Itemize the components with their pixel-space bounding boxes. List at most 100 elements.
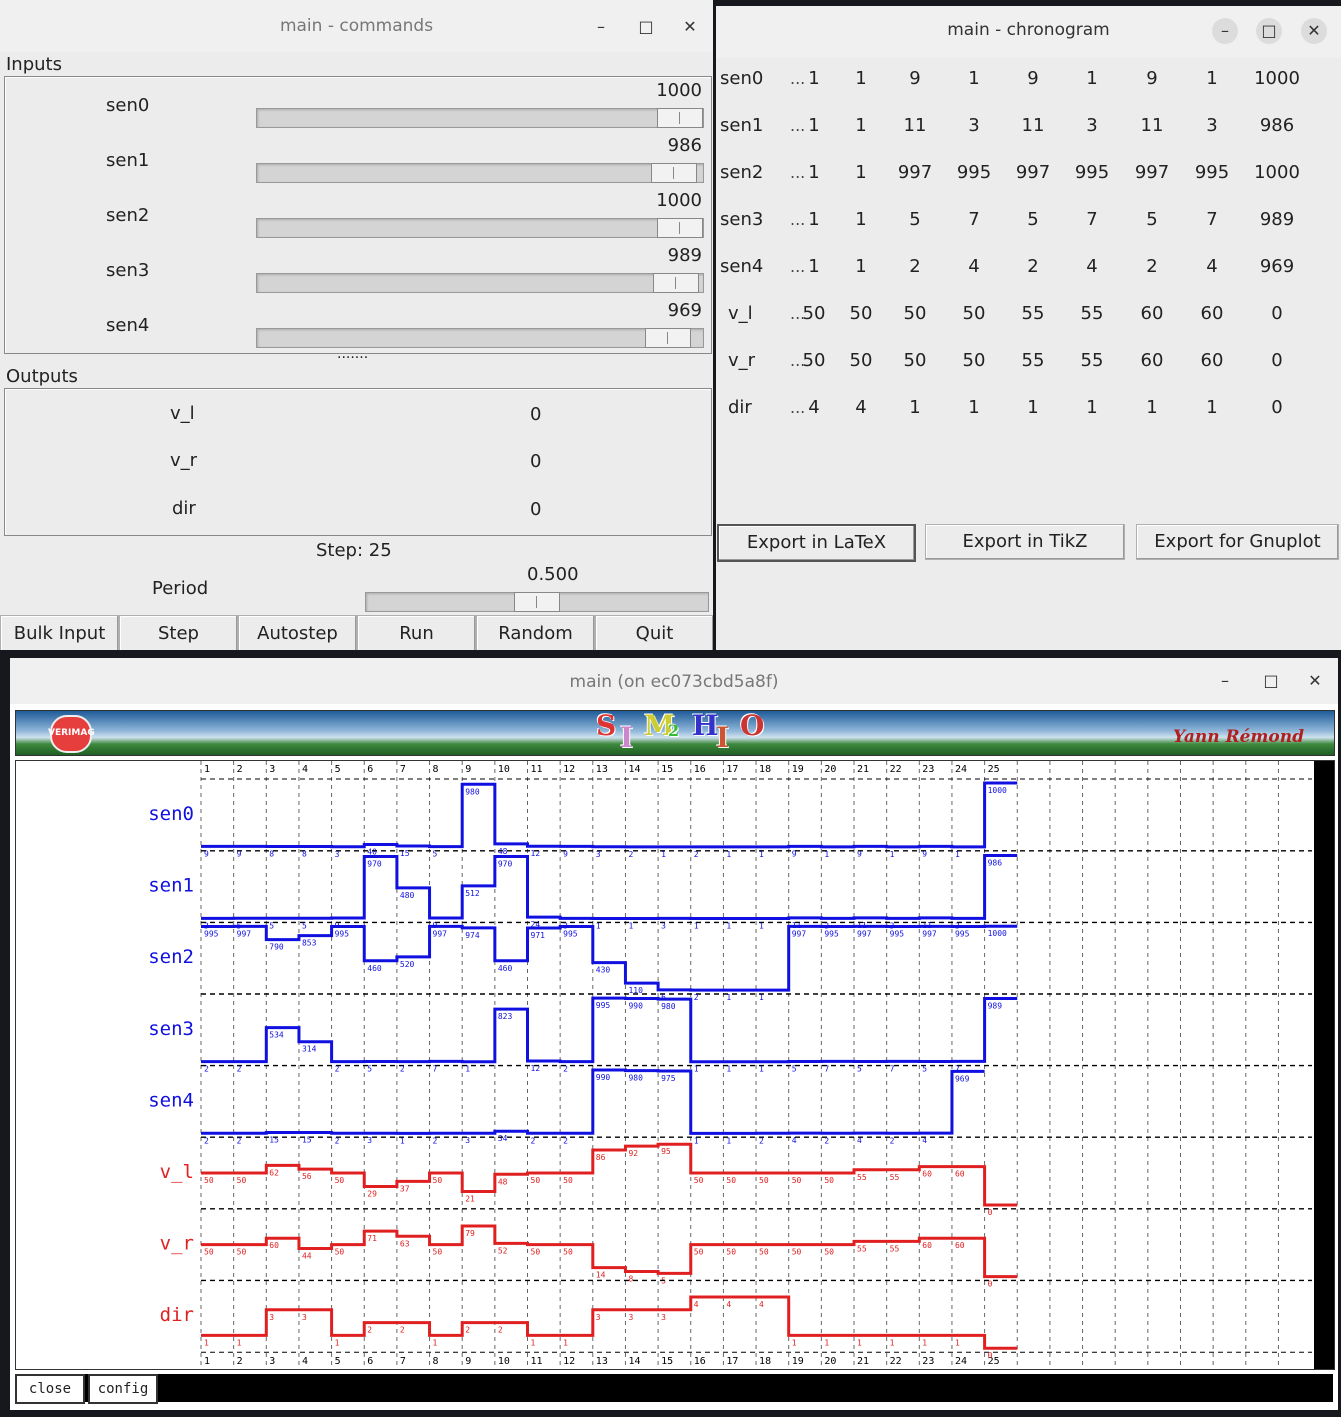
chrono-cell: 4 <box>968 256 980 277</box>
data-label: 1 <box>726 993 731 1002</box>
chrono-cell: 50 <box>849 350 873 371</box>
chrono-cell: 1 <box>1206 397 1218 418</box>
chrono-row-label: sen1 <box>720 115 764 136</box>
data-label: 1 <box>531 1338 536 1347</box>
tick-label-top: 7 <box>400 764 406 775</box>
input-slider-handle[interactable] <box>657 108 703 128</box>
series-line-sen1 <box>201 853 1018 921</box>
maximize-icon[interactable]: □ <box>633 14 659 40</box>
minimize-icon[interactable]: – <box>588 14 614 40</box>
status-bar <box>15 1374 1333 1402</box>
export-latex-button[interactable]: Export in LaTeX <box>717 524 916 562</box>
maximize-icon[interactable]: □ <box>1258 668 1284 694</box>
input-slider-sen1[interactable] <box>256 163 704 183</box>
data-label: 1000 <box>988 786 1007 795</box>
input-slider-handle[interactable] <box>657 218 703 238</box>
data-label: 1 <box>726 1136 731 1145</box>
tick-label-bottom: 9 <box>465 1356 471 1367</box>
random-button[interactable]: Random <box>476 615 595 650</box>
period-slider[interactable] <box>365 592 709 612</box>
tick-label-top: 20 <box>824 764 836 775</box>
tick-label-bottom: 17 <box>726 1356 738 1367</box>
logo-letter: 2 <box>668 721 680 740</box>
chrono-cell: 1 <box>909 397 921 418</box>
data-label: 37 <box>400 1184 410 1193</box>
data-label: 460 <box>498 964 513 973</box>
data-label: 997 <box>792 929 807 938</box>
simulator-titlebar[interactable]: main (on ec073cbd5a8f) – □ ✕ <box>10 658 1338 704</box>
chrono-row-label: sen0 <box>720 68 764 89</box>
period-slider-handle[interactable] <box>514 592 560 612</box>
tick-label-bottom: 7 <box>400 1356 406 1367</box>
close-icon[interactable]: ✕ <box>1302 668 1328 694</box>
tick-label-bottom: 11 <box>531 1356 543 1367</box>
chrono-cell: 60 <box>1200 350 1224 371</box>
autostep-button[interactable]: Autostep <box>238 615 357 650</box>
data-label: 3 <box>596 850 601 859</box>
input-slider-sen3[interactable] <box>256 273 704 293</box>
data-label: 520 <box>400 960 415 969</box>
logo-letter: I <box>620 721 634 754</box>
chronogram-plot: 1122334455667788991010111112121313141415… <box>148 761 1312 1367</box>
input-label-sen2: sen2 <box>106 205 150 226</box>
data-label: 52 <box>498 1246 508 1255</box>
data-label: 1 <box>955 1338 960 1347</box>
simulator-window: main (on ec073cbd5a8f) – □ ✕ VERIMAG SIM… <box>10 658 1338 1410</box>
data-label: 2 <box>563 1065 568 1074</box>
data-label: 2 <box>204 1136 209 1145</box>
chrono-cell: 9 <box>909 68 921 89</box>
maximize-icon[interactable]: □ <box>1256 18 1282 44</box>
output-label-v_r: v_r <box>170 450 198 471</box>
data-label: 4 <box>759 1300 764 1309</box>
chrono-cell: 55 <box>1021 350 1045 371</box>
step-button[interactable]: Step <box>119 615 238 650</box>
sim2hio-logo: SIM2HIO <box>596 707 776 755</box>
run-button[interactable]: Run <box>357 615 476 650</box>
data-label: 1 <box>922 1338 927 1347</box>
export-tikz-button[interactable]: Export in TikZ <box>925 524 1125 560</box>
chrono-cell: 4 <box>1206 256 1218 277</box>
data-label: 995 <box>890 930 905 939</box>
chronogram-titlebar[interactable]: main - chronogram – □ ✕ <box>716 6 1341 58</box>
quit-button[interactable]: Quit <box>595 615 713 650</box>
data-label: 970 <box>498 860 513 869</box>
minimize-icon[interactable]: – <box>1212 18 1238 44</box>
chrono-row-label: sen4 <box>720 256 764 277</box>
data-label: 1 <box>465 1065 470 1074</box>
plot-area: 1 1 2 2 3 3 4 4 5 5 6 6 7 7 8 8 9 9 10 10 11 11 12 12 13 13 14 14 15… <box>15 760 1335 1370</box>
data-label: 1 <box>726 1065 731 1074</box>
data-label: 971 <box>531 931 546 940</box>
verimag-logo-text: VERIMAG <box>48 728 95 738</box>
data-label: 995 <box>563 930 578 939</box>
chrono-cell: 50 <box>849 303 873 324</box>
chrono-cell: 60 <box>1200 303 1224 324</box>
input-slider-handle[interactable] <box>645 328 691 348</box>
input-slider-handle[interactable] <box>653 273 699 293</box>
chrono-cell: 50 <box>903 303 927 324</box>
export-gnuplot-button[interactable]: Export for Gnuplot <box>1136 524 1339 560</box>
commands-titlebar[interactable]: main - commands – □ ✕ <box>0 0 713 52</box>
pane-splitter-handle[interactable]: ······· <box>337 350 368 366</box>
config-button[interactable]: config <box>88 1374 158 1404</box>
close-icon[interactable]: ✕ <box>1301 18 1327 44</box>
input-slider-sen2[interactable] <box>256 218 704 238</box>
input-slider-sen4[interactable] <box>256 328 704 348</box>
close-icon[interactable]: ✕ <box>677 14 703 40</box>
data-label: 1 <box>661 850 666 859</box>
minimize-icon[interactable]: – <box>1212 668 1238 694</box>
close-button[interactable]: close <box>15 1374 85 1404</box>
data-label: 50 <box>726 1176 736 1185</box>
input-slider-sen0[interactable] <box>256 108 704 128</box>
input-slider-handle[interactable] <box>651 163 697 183</box>
output-label-dir: dir <box>172 498 196 519</box>
data-label: 2 <box>759 1136 764 1145</box>
input-value-sen4: 969 <box>667 300 702 321</box>
plot-scrollbar[interactable] <box>1314 761 1334 1369</box>
chrono-cell: 1 <box>855 115 867 136</box>
series-label-v_r: v_r <box>160 1233 194 1255</box>
bulk-input-button[interactable]: Bulk Input <box>0 615 119 650</box>
data-label: 50 <box>237 1248 247 1257</box>
tick-label-bottom: 22 <box>890 1356 902 1367</box>
outputs-group <box>4 388 712 536</box>
chrono-cell: 0 <box>1271 397 1283 418</box>
